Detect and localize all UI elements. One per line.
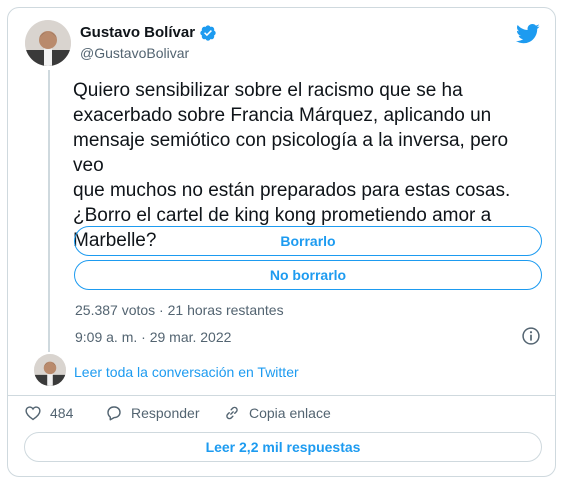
info-icon[interactable] [521, 326, 541, 346]
link-icon [226, 406, 238, 420]
author-handle[interactable]: @GustavoBolivar [80, 45, 189, 62]
thread-line [48, 70, 50, 352]
tweet-timestamp[interactable]: 9:09 a. m. · 29 mar. 2022 [75, 329, 231, 346]
author-name-text: Gustavo Bolívar [80, 24, 196, 41]
speech-bubble-icon [107, 406, 121, 421]
poll-meta: 25.387 votos · 21 horas restantes [75, 302, 284, 318]
share-label: Copia enlace [249, 405, 331, 421]
like-count: 484 [50, 405, 74, 421]
read-replies-button[interactable]: Leer 2,2 mil respuestas [24, 432, 542, 462]
poll-option-borrarlo[interactable]: Borrarlo [74, 226, 542, 256]
author-avatar-small[interactable] [34, 354, 66, 386]
heart-icon [25, 406, 41, 421]
poll-option-no-borrarlo[interactable]: No borrarlo [74, 260, 542, 290]
reply-label: Responder [131, 405, 200, 421]
twitter-bird-icon[interactable] [516, 24, 540, 44]
author-avatar[interactable] [25, 20, 71, 66]
verified-badge-icon [200, 25, 216, 41]
reply-button[interactable]: Responder [105, 404, 200, 422]
divider [8, 395, 555, 396]
like-button[interactable]: 484 [24, 404, 73, 422]
read-conversation-link[interactable]: Leer toda la conversación en Twitter [74, 364, 299, 381]
copy-link-button[interactable]: Copia enlace [223, 404, 331, 422]
tweet-embed-card: Gustavo Bolívar @GustavoBolivar Quiero s… [7, 7, 556, 477]
author-name[interactable]: Gustavo Bolívar [80, 24, 217, 42]
